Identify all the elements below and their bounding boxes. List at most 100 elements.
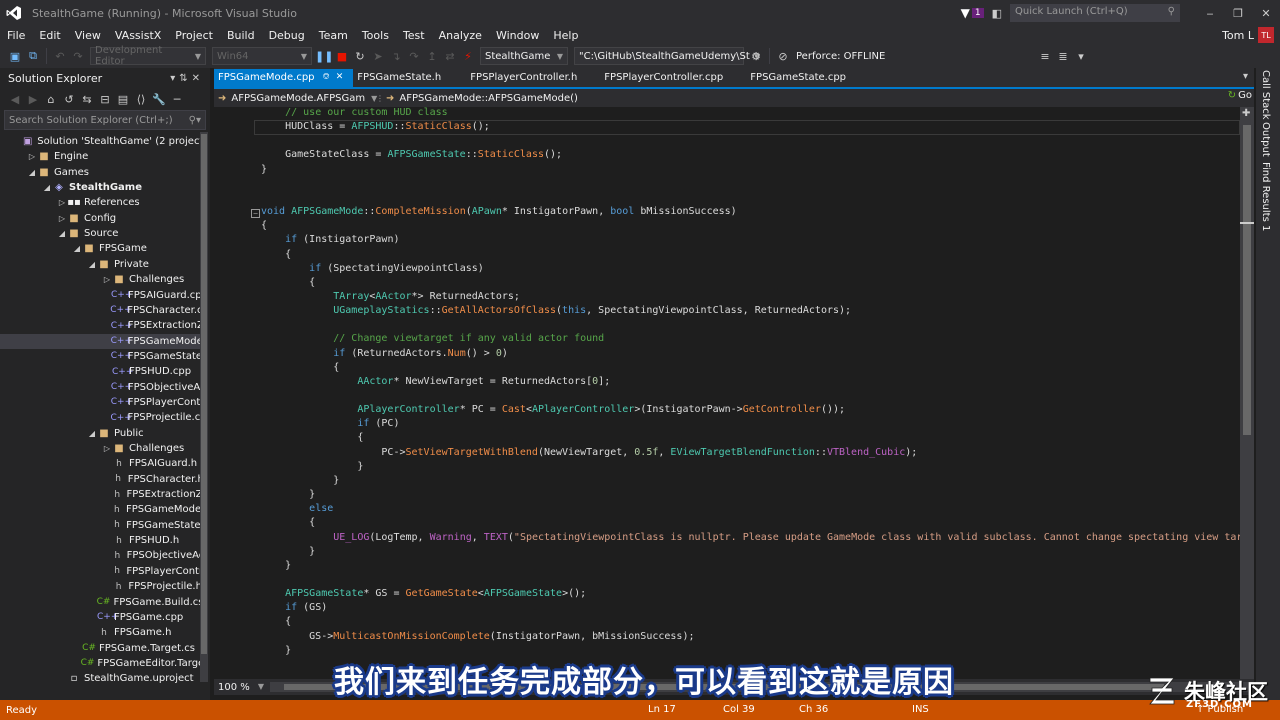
tree-item[interactable]: ▫ StealthGame.uproject <box>0 671 200 686</box>
expand-arrow-icon[interactable]: ▷ <box>27 152 37 161</box>
code-line[interactable]: if (PC) <box>261 417 399 431</box>
code-line[interactable]: if (ReturnedActors.Num() > 0) <box>261 347 508 361</box>
tree-item[interactable]: h FPSPlayerContro <box>0 564 200 579</box>
code-line[interactable]: } <box>261 488 315 502</box>
expand-arrow-icon[interactable]: ▷ <box>57 198 67 207</box>
tree-item[interactable]: ◢ ■ FPSGame <box>0 241 200 256</box>
align-right-icon[interactable]: ≣ <box>1054 50 1072 63</box>
expand-arrow-icon[interactable]: ▷ <box>57 214 67 223</box>
solution-configuration-select[interactable]: Development Editor ▼ <box>90 45 206 67</box>
close-button[interactable]: ✕ <box>1252 7 1280 20</box>
tree-item[interactable]: h FPSGameState.h <box>0 518 200 533</box>
solution-explorer-search-input[interactable]: Search Solution Explorer (Ctrl+;) ⚲▾ <box>4 110 206 130</box>
zoom-select[interactable]: 100 % ▼ <box>218 682 264 693</box>
code-line[interactable]: } <box>261 644 291 658</box>
code-line[interactable]: { <box>261 248 291 262</box>
undo-icon[interactable]: ↶ <box>51 50 69 63</box>
tree-item[interactable]: h FPSAIGuard.h <box>0 456 200 471</box>
break-all-icon[interactable]: ❚❚ <box>315 50 333 63</box>
settings-gear-icon[interactable]: ⚙ <box>747 50 765 63</box>
collapse-arrow-icon[interactable]: ◢ <box>57 229 67 238</box>
chevron-down-icon[interactable]: ▾ <box>170 73 179 84</box>
save-icon[interactable]: ▣ <box>6 50 24 63</box>
code-line[interactable]: { <box>261 276 315 290</box>
tree-item[interactable]: C#FPSGameEditor.Target.c <box>0 656 200 671</box>
code-line[interactable]: PC->SetViewTargetWithBlend(NewViewTarget… <box>261 446 917 460</box>
menu-help[interactable]: Help <box>546 29 585 42</box>
code-line[interactable]: GS->MulticastOnMissionComplete(Instigato… <box>261 630 694 644</box>
feedback-icon[interactable]: ◧ <box>992 7 1002 20</box>
tree-item[interactable]: C++FPSExtractionZo <box>0 318 200 333</box>
tab-fpsgamestate-cpp[interactable]: FPSGameState.cpp <box>746 69 866 88</box>
side-tab-call-stack[interactable]: Call Stack <box>1260 70 1271 120</box>
close-icon[interactable]: ✕ <box>192 73 204 84</box>
tree-item[interactable]: C++FPSPlayerContro <box>0 395 200 410</box>
code-line[interactable]: GameStateClass = AFPSGameState::StaticCl… <box>261 148 562 162</box>
menu-project[interactable]: Project <box>168 29 220 42</box>
menu-analyze[interactable]: Analyze <box>432 29 489 42</box>
go-button[interactable]: ↻ Go <box>1228 90 1252 101</box>
notification-badge[interactable]: 1 <box>971 8 984 18</box>
menu-team[interactable]: Team <box>312 29 355 42</box>
tree-item[interactable]: h FPSHUD.h <box>0 533 200 548</box>
code-line[interactable]: } <box>261 460 363 474</box>
tab-fpsgamemode-cpp[interactable]: FPSGameMode.cpp ⎊ ✕ <box>214 69 354 88</box>
history-icon[interactable]: ↺ <box>60 93 78 106</box>
restart-icon[interactable]: ↻ <box>351 50 369 63</box>
tree-item[interactable]: ▣ Solution 'StealthGame' (2 projects) <box>0 134 200 149</box>
redo-icon[interactable]: ↷ <box>69 50 87 63</box>
collapse-arrow-icon[interactable]: ◢ <box>87 429 97 438</box>
code-line[interactable]: if (SpectatingViewpointClass) <box>261 262 484 276</box>
tree-item[interactable]: h FPSProjectile.h <box>0 579 200 594</box>
expand-arrow-icon[interactable]: ▷ <box>102 275 112 284</box>
code-line[interactable]: TArray<AActor*> ReturnedActors; <box>261 290 520 304</box>
menu-view[interactable]: View <box>68 29 108 42</box>
menu-edit[interactable]: Edit <box>32 29 67 42</box>
tree-item[interactable]: C++FPSObjectiveAct <box>0 380 200 395</box>
tab-fpsplayercontroller-h[interactable]: FPSPlayerController.h <box>466 69 600 88</box>
code-line[interactable]: // use our custom HUD class <box>261 107 448 120</box>
stop-debugging-icon[interactable]: ■ <box>333 50 351 63</box>
collapse-region-icon[interactable]: − <box>251 209 260 218</box>
view-code-icon[interactable]: ⟨⟩ <box>132 93 150 106</box>
menu-file[interactable]: File <box>0 29 32 42</box>
project-select[interactable]: ⋮ <box>366 90 384 106</box>
code-editor[interactable]: − // use our custom HUD class HUDClass =… <box>214 107 1240 679</box>
pin-icon[interactable]: ⇅ <box>179 73 191 84</box>
tree-item[interactable]: h FPSObjectiveAct <box>0 548 200 563</box>
tree-item[interactable]: h FPSCharacter.h <box>0 472 200 487</box>
pin-icon[interactable]: ⎊ <box>323 72 330 82</box>
tree-item[interactable]: h FPSGameMode.h <box>0 502 200 517</box>
tree-item[interactable]: h FPSGame.h <box>0 625 200 640</box>
menu-window[interactable]: Window <box>489 29 546 42</box>
editor-scroll-thumb[interactable] <box>1243 125 1251 435</box>
toolbar-overflow-icon[interactable]: ▾ <box>1072 50 1090 63</box>
code-line[interactable]: { <box>261 615 291 629</box>
code-line[interactable]: } <box>261 163 267 177</box>
properties-wrench-icon[interactable]: 🔧 <box>150 93 168 106</box>
menu-debug[interactable]: Debug <box>262 29 312 42</box>
collapse-arrow-icon[interactable]: ◢ <box>87 260 97 269</box>
maximize-button[interactable]: ❐ <box>1224 7 1252 20</box>
tree-item[interactable]: C++FPSProjectile.cpp <box>0 410 200 425</box>
code-line[interactable]: } <box>261 545 315 559</box>
startup-project-select[interactable]: StealthGame ▼ <box>480 47 568 65</box>
side-tab-output[interactable]: Output <box>1260 122 1271 157</box>
preview-icon[interactable]: ─ <box>168 93 186 106</box>
solution-platform-select[interactable]: Win64 ▼ <box>212 47 312 65</box>
collapse-arrow-icon[interactable]: ◢ <box>42 183 52 192</box>
code-line[interactable]: { <box>261 431 363 445</box>
code-line[interactable]: if (InstigatorPawn) <box>261 233 399 247</box>
tree-item[interactable]: ◢ ■ Public <box>0 426 200 441</box>
step-into-icon[interactable]: ↴ <box>387 50 405 63</box>
tree-item[interactable]: ▷ ■ Config <box>0 211 200 226</box>
code-line[interactable]: } <box>261 559 291 573</box>
tab-fpsplayercontroller-cpp[interactable]: FPSPlayerController.cpp <box>600 69 746 88</box>
code-line[interactable]: void AFPSGameMode::CompleteMission(APawn… <box>261 205 737 219</box>
show-next-statement-icon[interactable]: ➤ <box>369 50 387 63</box>
tree-item[interactable]: C++FPSGameState.c <box>0 349 200 364</box>
tree-item[interactable]: ◢ ■ Private <box>0 257 200 272</box>
tree-item[interactable]: C++ FPSGame.cpp <box>0 610 200 625</box>
editor-gutter[interactable] <box>214 107 250 679</box>
code-line[interactable]: AFPSGameState* GS = GetGameState<AFPSGam… <box>261 587 586 601</box>
